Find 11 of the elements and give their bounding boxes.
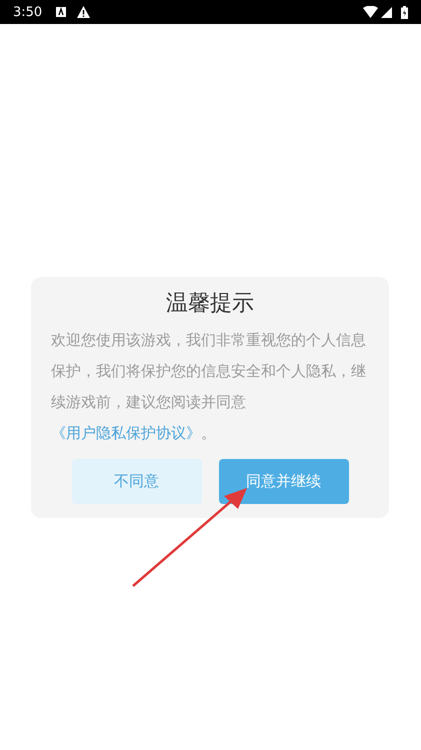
status-time: 3:50 <box>13 6 42 18</box>
agree-button[interactable]: 同意并继续 <box>218 459 348 504</box>
battery-icon <box>401 6 408 18</box>
privacy-link[interactable]: 《用户隐私保护协议》 <box>51 424 201 442</box>
decline-button[interactable]: 不同意 <box>72 459 202 504</box>
notification-icon <box>56 7 66 17</box>
dialog-message: 欢迎您使用该游戏，我们非常重视您的个人信息保护，我们将保护您的信息安全和个人隐私，继续游戏前，建议您阅读并同意 《用户隐私保护协议》。 <box>51 330 367 444</box>
wifi-icon <box>363 6 378 18</box>
signal-icon <box>381 6 392 18</box>
warning-icon <box>77 6 90 18</box>
dialog-title: 温馨提示 <box>166 290 254 318</box>
